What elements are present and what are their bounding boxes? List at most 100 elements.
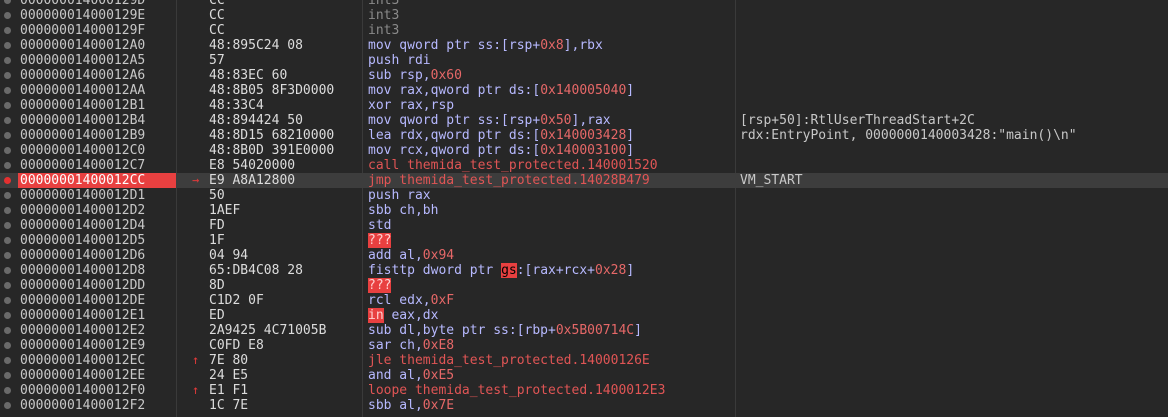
disasm-row[interactable]: 00000001400012B4 48:894424 50 mov qword pt… [0,113,1168,128]
instruction-text: std [368,218,392,233]
disasm-row[interactable]: 00000001400012F2 1C 7E sbb al,0x7E [0,398,1168,413]
breakpoint-dot-icon[interactable] [4,132,11,139]
instruction-text: push rdi [368,53,431,68]
disasm-row[interactable]: 000000014000129D CC int3 [0,0,1168,8]
instruction-bytes: 8D [209,278,225,293]
breakpoint-dot-icon[interactable] [4,297,11,304]
jump-arrow-icon [192,8,206,23]
breakpoint-dot-icon[interactable] [4,192,11,199]
instruction-bytes: 48:894424 50 [209,113,303,128]
breakpoint-dot-icon[interactable] [4,267,11,274]
instruction-text: ??? [368,278,392,293]
breakpoint-dot-icon[interactable] [4,177,11,184]
breakpoint-dot-icon[interactable] [4,12,11,19]
comment [740,38,1160,53]
disasm-row[interactable]: 00000001400012B1 48:33C4 xor rax,rsp [0,98,1168,113]
comment [740,368,1160,383]
disasm-row[interactable]: 00000001400012DE C1D2 0F rcl edx,0xF [0,293,1168,308]
comment [740,263,1160,278]
instruction-text: ??? [368,233,392,248]
disasm-row[interactable]: 00000001400012CC → E9 A8A12800 jmp themida_… [0,173,1168,188]
disasm-row[interactable]: 00000001400012F0 ↑ E1 F1 loope themida_test… [0,383,1168,398]
address: 00000001400012A6 [20,68,146,83]
instruction-bytes: 48:895C24 08 [209,38,303,53]
disassembly-view[interactable]: 000000014000129D CC int3 000000014000129E CC… [0,0,1168,417]
disasm-row[interactable]: 00000001400012E1 ED in eax,dx [0,308,1168,323]
breakpoint-dot-icon[interactable] [4,252,11,259]
instruction-text: sbb al,0x7E [368,398,455,413]
disasm-row[interactable]: 00000001400012D1 50 push rax [0,188,1168,203]
instruction-bytes: 1C 7E [209,398,249,413]
instruction-bytes: 2A9425 4C71005B [209,323,327,338]
instruction-text: lea rdx,qword ptr ds:[0x140003428] [368,128,635,143]
disasm-row[interactable]: 00000001400012D5 1F??? [0,233,1168,248]
breakpoint-dot-icon[interactable] [4,72,11,79]
disasm-row[interactable]: 000000014000129F CC int3 [0,23,1168,38]
comment [740,353,1160,368]
disasm-row[interactable]: 00000001400012D2 1AEF sbb ch,bh [0,203,1168,218]
breakpoint-dot-icon[interactable] [4,162,11,169]
instruction-text: int3 [368,0,400,8]
disasm-row[interactable]: 00000001400012DD 8D??? [0,278,1168,293]
breakpoint-dot-icon[interactable] [4,357,11,364]
jump-arrow-icon [192,308,206,323]
disasm-row[interactable]: 00000001400012E2 2A9425 4C71005B sub dl,by… [0,323,1168,338]
disasm-row[interactable]: 00000001400012D6 04 94 add al,0x94 [0,248,1168,263]
breakpoint-dot-icon[interactable] [4,387,11,394]
breakpoint-dot-icon[interactable] [4,402,11,409]
jump-arrow-icon [192,248,206,263]
comment [740,338,1160,353]
disasm-row[interactable]: 00000001400012EC ↑ 7E 80 jle themida_test_p… [0,353,1168,368]
breakpoint-dot-icon[interactable] [4,102,11,109]
instruction-text: push rax [368,188,431,203]
address: 00000001400012A0 [20,38,146,53]
instruction-bytes: 50 [209,188,225,203]
jump-arrow-icon [192,218,206,233]
breakpoint-dot-icon[interactable] [4,27,11,34]
instruction-bytes: 48:83EC 60 [209,68,288,83]
instruction-text: jmp themida_test_protected.14028B479 [368,173,650,188]
disasm-row[interactable]: 00000001400012AA 48:8B05 8F3D0000 mov rax,… [0,83,1168,98]
jump-arrow-icon [192,38,206,53]
address: 00000001400012F0 [20,383,146,398]
breakpoint-dot-icon[interactable] [4,57,11,64]
breakpoint-dot-icon[interactable] [4,372,11,379]
breakpoint-dot-icon[interactable] [4,42,11,49]
breakpoint-dot-icon[interactable] [4,207,11,214]
disasm-row[interactable]: 000000014000129E CC int3 [0,8,1168,23]
instruction-bytes: 24 E5 [209,368,249,383]
instruction-text: rcl edx,0xF [368,293,455,308]
breakpoint-dot-icon[interactable] [4,237,11,244]
instruction-text: sub rsp,0x60 [368,68,462,83]
jump-arrow-icon [192,323,206,338]
breakpoint-dot-icon[interactable] [4,312,11,319]
disasm-row[interactable]: 00000001400012EE 24 E5 and al,0xE5 [0,368,1168,383]
breakpoint-dot-icon[interactable] [4,0,11,4]
breakpoint-dot-icon[interactable] [4,87,11,94]
breakpoint-dot-icon[interactable] [4,327,11,334]
address: 00000001400012E2 [20,323,146,338]
address: 00000001400012D6 [20,248,146,263]
disasm-row[interactable]: 00000001400012A5 57 push rdi [0,53,1168,68]
instruction-bytes: CC [209,8,225,23]
disasm-row[interactable]: 00000001400012C0 48:8B0D 391E0000 mov rcx,… [0,143,1168,158]
breakpoint-dot-icon[interactable] [4,342,11,349]
breakpoint-dot-icon[interactable] [4,222,11,229]
breakpoint-dot-icon[interactable] [4,147,11,154]
disasm-row[interactable]: 00000001400012A6 48:83EC 60 sub rsp,0x60 [0,68,1168,83]
comment [740,98,1160,113]
address: 00000001400012B4 [20,113,146,128]
disasm-row[interactable]: 00000001400012E9 C0FD E8 sar ch,0xE8 [0,338,1168,353]
breakpoint-dot-icon[interactable] [4,282,11,289]
address: 00000001400012EC [20,353,146,368]
instruction-text: fisttp dword ptr gs:[rax+rcx+0x28] [368,263,635,278]
address: 00000001400012CC [18,173,176,188]
disasm-row[interactable]: 00000001400012D8 65:DB4C08 28 fisttp dword… [0,263,1168,278]
address: 00000001400012A5 [20,53,146,68]
disasm-row[interactable]: 00000001400012C7 E8 54020000 call themida_… [0,158,1168,173]
jump-arrow-icon [192,188,206,203]
disasm-row[interactable]: 00000001400012A0 48:895C24 08 mov qword pt… [0,38,1168,53]
disasm-row[interactable]: 00000001400012D4 FD std [0,218,1168,233]
breakpoint-dot-icon[interactable] [4,117,11,124]
disasm-row[interactable]: 00000001400012B9 48:8D15 68210000 lea rdx,… [0,128,1168,143]
